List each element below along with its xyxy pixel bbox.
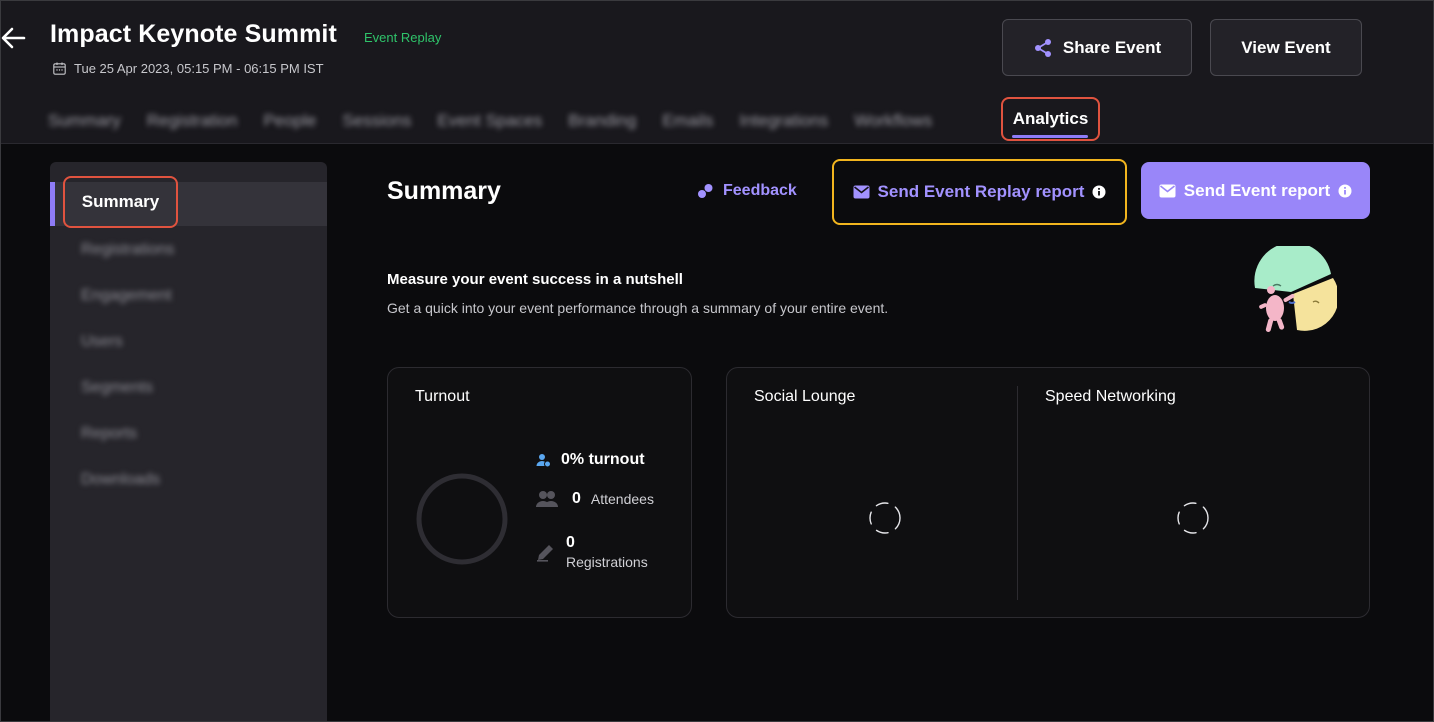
tab-integrations[interactable]: Integrations — [739, 111, 828, 131]
view-event-label: View Event — [1241, 37, 1331, 57]
sidebar-item-registrations[interactable]: Registrations — [81, 241, 174, 259]
event-header: Impact Keynote Summit Event Replay Tue 2… — [0, 0, 1434, 144]
attendees-icon — [536, 491, 558, 507]
send-event-report-button[interactable]: Send Event report — [1141, 162, 1370, 219]
tab-workflows[interactable]: Workflows — [854, 111, 932, 131]
feedback-button[interactable]: Feedback — [697, 182, 797, 200]
event-tabs: Summary Registration People Sessions Eve… — [48, 107, 958, 135]
send-event-replay-report-button[interactable]: Send Event Replay report — [832, 159, 1127, 225]
sidebar-item-summary[interactable]: Summary — [63, 176, 178, 228]
share-event-button[interactable]: Share Event — [1002, 19, 1192, 76]
registrations-text: 0 Registrations — [566, 534, 648, 570]
registrations-label: Registrations — [566, 554, 648, 570]
attendees-stat: 0 Attendees — [536, 490, 654, 508]
info-icon — [1092, 185, 1106, 199]
tab-registration[interactable]: Registration — [147, 111, 238, 131]
sidebar-item-downloads[interactable]: Downloads — [81, 471, 160, 489]
loading-spinner-icon — [1177, 502, 1209, 534]
turnout-title: Turnout — [415, 388, 470, 405]
feedback-icon — [698, 184, 713, 198]
tab-event-spaces[interactable]: Event Spaces — [437, 111, 542, 131]
people-check-icon — [536, 453, 551, 467]
registrations-stat: 0 Registrations — [536, 534, 648, 570]
tab-sessions[interactable]: Sessions — [342, 111, 411, 131]
networking-card: Social Lounge Speed Networking — [726, 367, 1370, 618]
sidebar-item-users[interactable]: Users — [81, 333, 123, 351]
event-date-text: Tue 25 Apr 2023, 05:15 PM - 06:15 PM IST — [74, 61, 324, 76]
tab-analytics[interactable]: Analytics — [1001, 97, 1100, 141]
tab-summary[interactable]: Summary — [48, 111, 121, 131]
mail-icon — [1159, 184, 1176, 197]
networking-divider — [1017, 386, 1018, 600]
loading-spinner-icon — [869, 502, 901, 534]
tab-branding[interactable]: Branding — [568, 111, 636, 131]
calendar-icon — [53, 62, 66, 75]
attendees-label: Attendees — [590, 491, 654, 507]
page-title: Summary — [387, 177, 501, 205]
sidebar-active-accent — [50, 182, 55, 226]
tab-people[interactable]: People — [263, 111, 316, 131]
share-icon — [1034, 38, 1051, 57]
event-title: Impact Keynote Summit — [50, 20, 337, 48]
turnout-percentage: 0% turnout — [561, 451, 645, 468]
event-replay-badge: Event Replay — [364, 30, 442, 45]
turnout-card: Turnout 0% turnout 0 Attendees 0 Registr… — [387, 367, 692, 618]
registrations-count: 0 — [566, 534, 575, 551]
speed-networking-title: Speed Networking — [1045, 388, 1176, 405]
event-date-row: Tue 25 Apr 2023, 05:15 PM - 06:15 PM IST — [53, 61, 324, 76]
feedback-label: Feedback — [723, 182, 797, 199]
sidebar-item-engagement[interactable]: Engagement — [81, 287, 172, 305]
analytics-sidebar: Summary Registrations Engagement Users S… — [50, 162, 327, 722]
measure-heading: Measure your event success in a nutshell — [387, 271, 683, 288]
social-lounge-title: Social Lounge — [754, 388, 856, 405]
tab-emails[interactable]: Emails — [662, 111, 713, 131]
back-arrow-icon[interactable] — [0, 24, 28, 52]
info-icon — [1338, 184, 1352, 197]
share-event-label: Share Event — [1062, 37, 1162, 57]
analytics-illustration — [1254, 246, 1337, 332]
turnout-stat: 0% turnout — [536, 451, 645, 469]
attendees-count: 0 — [572, 490, 581, 507]
mail-icon — [853, 185, 870, 199]
sidebar-item-reports[interactable]: Reports — [81, 425, 137, 443]
edit-icon — [537, 545, 553, 562]
view-event-button[interactable]: View Event — [1210, 19, 1362, 76]
measure-description: Get a quick into your event performance … — [387, 300, 889, 316]
turnout-ring — [416, 473, 508, 565]
sidebar-item-segments[interactable]: Segments — [81, 379, 153, 397]
send-event-report-label: Send Event report — [1183, 180, 1331, 200]
send-event-replay-report-label: Send Event Replay report — [877, 182, 1085, 201]
